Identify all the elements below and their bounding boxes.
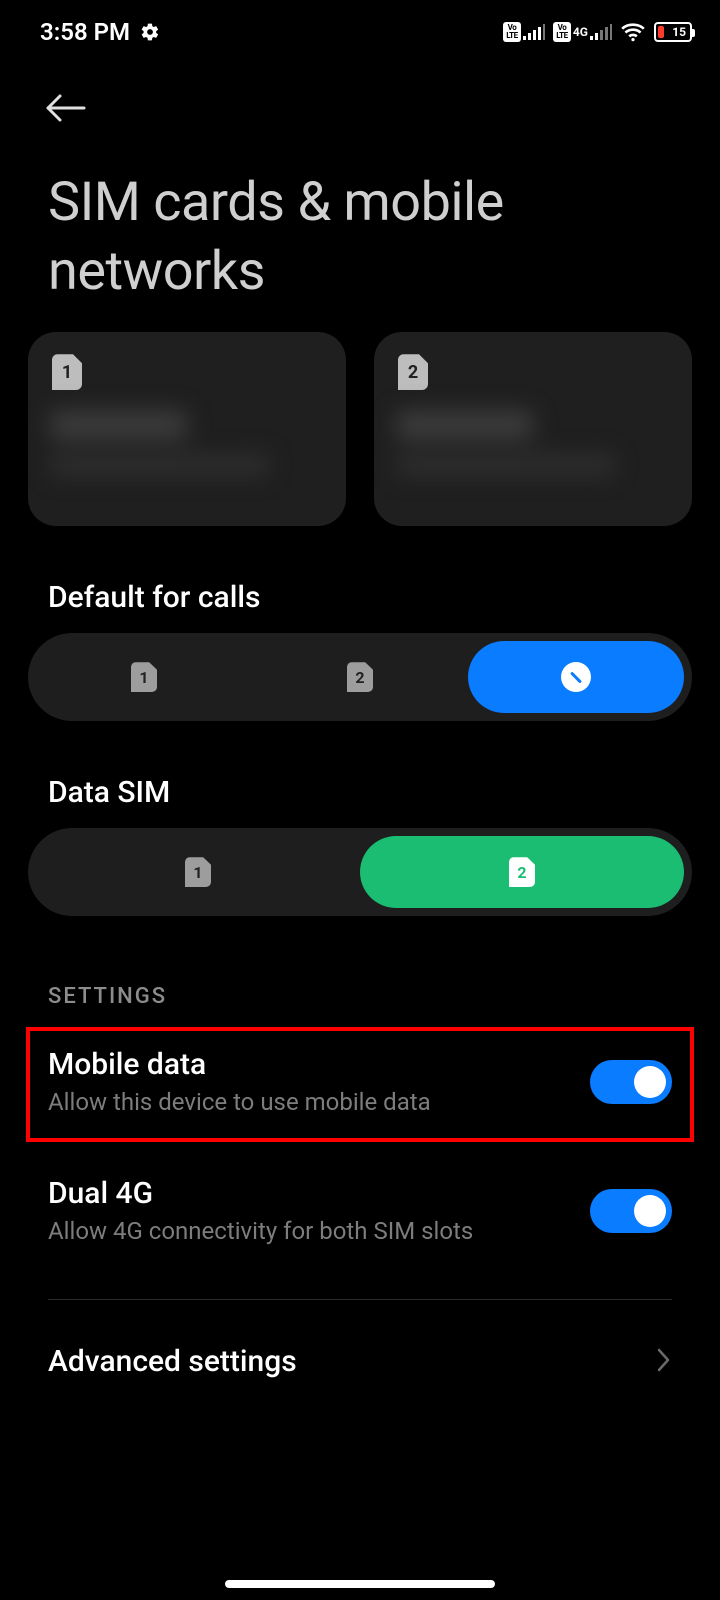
data-sim-selector: 1 2 [28, 828, 692, 916]
dual-4g-row[interactable]: Dual 4G Allow 4G connectivity for both S… [0, 1142, 720, 1269]
signal-icon-2 [590, 24, 612, 40]
sim-card-1[interactable]: 1 [28, 332, 346, 526]
sim-chip-icon: 1 [52, 354, 82, 390]
volte-badge-2: VoLTE [553, 22, 571, 42]
data-option-sim1[interactable]: 1 [36, 836, 360, 908]
back-button[interactable] [44, 109, 88, 128]
mobile-data-title: Mobile data [48, 1047, 431, 1082]
gear-icon [140, 22, 160, 42]
data-sim-label: Data SIM [0, 721, 720, 828]
status-left: 3:58 PM [40, 18, 160, 46]
redacted-area [396, 410, 670, 508]
mobile-data-subtitle: Allow this device to use mobile data [48, 1088, 431, 1116]
calls-option-sim2[interactable]: 2 [252, 641, 468, 713]
battery-percent: 15 [672, 25, 686, 39]
mobile-data-row[interactable]: Mobile data Allow this device to use mob… [0, 1027, 720, 1142]
battery-icon: 15 [654, 22, 692, 42]
sim-chip-icon: 1 [185, 857, 211, 887]
status-right: VoLTE VoLTE 4G 15 [503, 22, 692, 42]
wifi-icon [620, 22, 646, 42]
default-calls-selector: 1 2 [28, 633, 692, 721]
sim-chip-icon: 2 [347, 662, 373, 692]
screen: 3:58 PM VoLTE VoLTE 4G [0, 0, 720, 1600]
calls-option-sim1[interactable]: 1 [36, 641, 252, 713]
net-label: 4G [573, 26, 588, 38]
data-option-sim2[interactable]: 2 [360, 836, 684, 908]
sim1-indicator: VoLTE [503, 22, 545, 42]
advanced-settings-label: Advanced settings [48, 1344, 297, 1379]
calls-option-ask[interactable] [468, 641, 684, 713]
back-row [0, 64, 720, 128]
dual-4g-subtitle: Allow 4G connectivity for both SIM slots [48, 1217, 473, 1245]
sim-chip-icon: 1 [131, 662, 157, 692]
sim-chip-icon: 2 [509, 857, 535, 887]
status-time: 3:58 PM [40, 18, 130, 46]
mobile-data-text: Mobile data Allow this device to use mob… [48, 1047, 431, 1116]
home-indicator[interactable] [225, 1580, 495, 1588]
sim-cards-row: 1 2 [0, 332, 720, 526]
redacted-area [50, 410, 324, 508]
dual-4g-title: Dual 4G [48, 1176, 473, 1211]
settings-list: Mobile data Allow this device to use mob… [0, 1027, 720, 1379]
sim-chip-icon: 2 [398, 354, 428, 390]
sim2-indicator: VoLTE 4G [553, 22, 612, 42]
dual-4g-text: Dual 4G Allow 4G connectivity for both S… [48, 1176, 473, 1245]
default-for-calls-label: Default for calls [0, 526, 720, 633]
mobile-data-toggle[interactable] [590, 1060, 672, 1104]
volte-badge: VoLTE [503, 22, 521, 42]
status-bar: 3:58 PM VoLTE VoLTE 4G [0, 0, 720, 64]
chevron-right-icon [656, 1347, 672, 1377]
sim-card-2[interactable]: 2 [374, 332, 692, 526]
settings-header: SETTINGS [0, 916, 720, 1027]
dual-4g-toggle[interactable] [590, 1189, 672, 1233]
signal-icon [523, 24, 545, 40]
page-title: SIM cards & mobile networks [0, 128, 720, 332]
no-preference-icon [561, 662, 591, 692]
advanced-settings-row[interactable]: Advanced settings [0, 1300, 720, 1379]
